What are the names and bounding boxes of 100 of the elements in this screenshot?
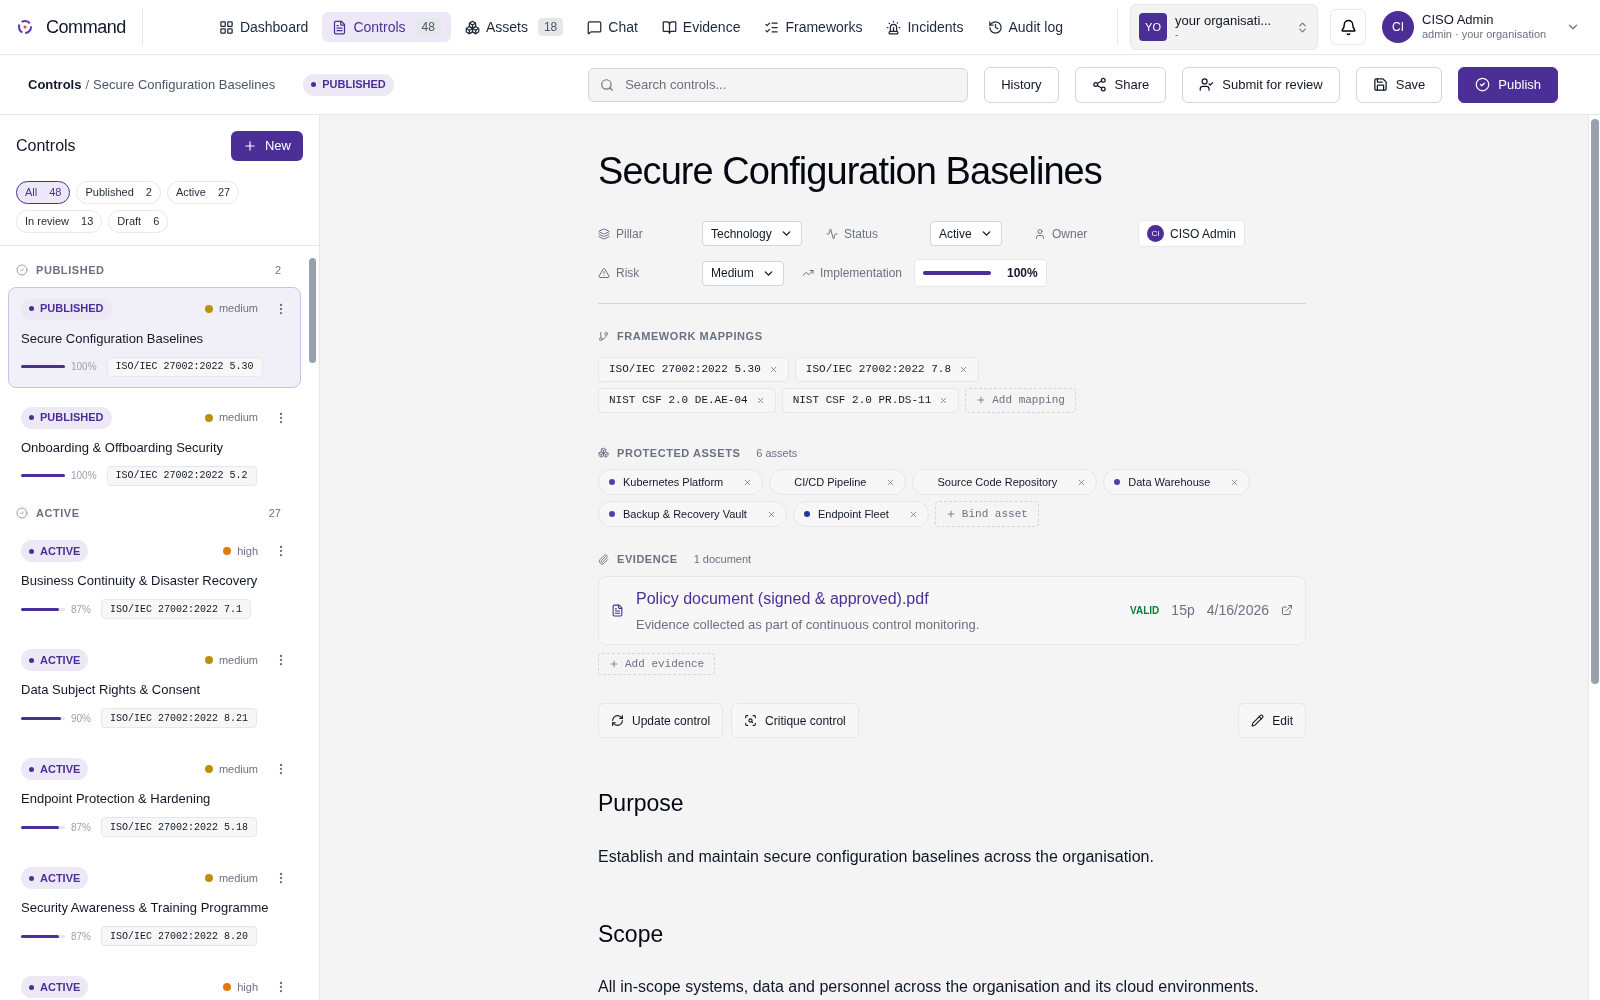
external-link-icon[interactable]	[1281, 604, 1293, 617]
mapping-tag: ISO/IEC 27002:2022 8.21	[101, 708, 258, 728]
action-button[interactable]: Update control	[598, 703, 724, 738]
evidence-card[interactable]: Policy document (signed & approved).pdf Evidence collected as part of continuous control monitoring. VALID 15p 4/16/2026	[598, 575, 1306, 645]
select-field[interactable]: Technology	[702, 221, 802, 246]
nav-tab[interactable]: Audit log	[977, 12, 1073, 42]
notifications-button[interactable]	[1330, 9, 1366, 45]
remove-icon[interactable]	[886, 477, 896, 487]
section-body: All in-scope systems, data and personnel across the organisation and its cloud environments.	[598, 977, 1260, 997]
add-evidence-button[interactable]: Add evidence	[598, 653, 716, 675]
user-menu[interactable]: CI CISO Admin admin · your organisation	[1378, 11, 1584, 43]
edit-button[interactable]: Edit	[1238, 703, 1306, 738]
control-title: Security Awareness & Training Programme	[21, 899, 270, 916]
control-card[interactable]: ACTIVE medium Endpoint Protection & Hardening 87% ISO/IEC 27002:2022 5.18	[8, 747, 301, 848]
progress-percent: 87%	[71, 929, 91, 944]
control-card[interactable]: PUBLISHED medium Onboarding & Offboarding Security 100% ISO/IEC 27002:2022 5.2	[8, 395, 301, 497]
group-title: PUBLISHED	[36, 263, 105, 278]
remove-icon[interactable]	[743, 477, 753, 487]
remove-icon[interactable]	[766, 509, 776, 519]
share-icon	[1091, 77, 1107, 92]
control-card[interactable]: ACTIVE high	[8, 965, 301, 1000]
scrollbar-thumb[interactable]	[308, 258, 316, 363]
refresh-icon	[611, 714, 624, 727]
remove-icon[interactable]	[1077, 477, 1087, 487]
mapping-tag[interactable]: ISO/IEC 27002:2022 7.8	[794, 356, 980, 382]
owner-avatar: CI	[1147, 225, 1164, 242]
section-label: EVIDENCE	[617, 552, 678, 567]
control-title: Secure Configuration Baselines	[598, 149, 1103, 194]
risk-label: medium	[218, 870, 258, 886]
nav-tab[interactable]: Frameworks	[754, 12, 873, 42]
status-badge: PUBLISHED	[21, 297, 112, 320]
field-label: Owner	[1052, 225, 1088, 243]
user-name: CISO Admin	[1422, 12, 1494, 29]
search-field[interactable]: Search controls...	[588, 67, 969, 102]
toolbar-button[interactable]: History	[984, 66, 1059, 103]
risk-label: medium	[218, 301, 258, 317]
nav-tab[interactable]: Controls 48	[322, 12, 451, 42]
evidence-link[interactable]: Policy document (signed & approved).pdf	[636, 586, 980, 611]
evidence-description: Evidence collected as part of continuous control monitoring.	[636, 615, 980, 634]
asset-chip[interactable]: Data Warehouse	[1103, 469, 1251, 495]
control-card[interactable]: ACTIVE medium Data Subject Rights & Consent 90% ISO/IEC 27002:2022 8.21	[8, 638, 301, 739]
field-label: Risk	[616, 265, 640, 282]
mapping-tag[interactable]: NIST CSF 2.0 DE.AE-04	[598, 387, 776, 413]
mapping-tag[interactable]: ISO/IEC 27002:2022 5.30	[598, 356, 789, 382]
remove-icon[interactable]	[755, 395, 765, 405]
scrollbar-thumb[interactable]	[1590, 119, 1599, 684]
plus-icon	[945, 509, 956, 519]
select-field[interactable]: Medium	[702, 260, 784, 286]
remove-icon[interactable]	[768, 364, 778, 374]
organisation-switcher[interactable]: YO your organisati... -	[1130, 4, 1318, 50]
bind-asset-button[interactable]: Bind asset	[934, 501, 1039, 527]
toolbar-button[interactable]: Save	[1355, 66, 1443, 103]
new-button[interactable]: New	[231, 131, 303, 161]
remove-icon[interactable]	[908, 509, 918, 519]
remove-icon[interactable]	[939, 395, 949, 405]
nav-tab[interactable]: Incidents	[876, 12, 974, 42]
mapping-tag[interactable]: NIST CSF 2.0 PR.DS-11	[781, 387, 960, 413]
section-count: 1 document	[693, 552, 752, 567]
remove-icon[interactable]	[1230, 477, 1240, 487]
progress-percent: 87%	[71, 602, 91, 617]
asset-chip[interactable]: Endpoint Fleet	[792, 501, 929, 527]
asset-chip[interactable]: Kubernetes Platform	[598, 469, 764, 495]
control-card[interactable]: ACTIVE medium Security Awareness & Training Programme 87% ISO/IEC 27002:2022 8.20	[8, 856, 301, 957]
toolbar-button[interactable]: Publish	[1458, 66, 1558, 103]
user-icon	[1034, 227, 1046, 240]
select-field[interactable]: Active	[930, 221, 1002, 246]
owner-field[interactable]: CI CISO Admin	[1138, 220, 1246, 247]
nav-tab[interactable]: Evidence	[651, 12, 751, 42]
mapping-tag: ISO/IEC 27002:2022 5.18	[101, 817, 258, 837]
breadcrumb-link[interactable]: Controls	[28, 74, 82, 95]
book-icon	[661, 19, 677, 35]
action-button[interactable]: Critique control	[731, 703, 859, 738]
risk-label: high	[237, 543, 258, 559]
asset-chip[interactable]: Source Code Repository	[912, 469, 1098, 495]
risk-label: medium	[218, 761, 258, 777]
save-icon	[1372, 77, 1388, 92]
pulse-icon	[826, 227, 838, 240]
group-count: 27	[268, 505, 281, 521]
asset-chip[interactable]: CI/CD Pipeline	[769, 469, 907, 495]
control-card[interactable]: PUBLISHED medium Secure Configuration Baselines 100% ISO/IEC 27002:2022 5.30	[8, 286, 301, 388]
control-card[interactable]: ACTIVE high Business Continuity & Disaster Recovery 87% ISO/IEC 27002:2022 7.1	[8, 529, 301, 630]
asset-chip[interactable]: Backup & Recovery Vault	[598, 501, 787, 527]
implementation-meter[interactable]: 100%	[914, 259, 1047, 287]
filter-chip[interactable]: All 48	[16, 181, 71, 204]
toolbar-button[interactable]: Submit for review	[1182, 66, 1340, 103]
nav-tab[interactable]: Chat	[577, 12, 648, 42]
sidebar-title: Controls	[16, 136, 76, 156]
branch-icon	[598, 330, 609, 342]
remove-icon[interactable]	[959, 364, 969, 374]
warning-icon	[598, 267, 610, 279]
add-mapping-button[interactable]: Add mapping	[965, 387, 1076, 413]
nav-tab[interactable]: Dashboard	[208, 12, 319, 42]
group-title: ACTIVE	[36, 505, 80, 521]
nav-tab[interactable]: Assets 18	[454, 12, 574, 42]
page-count: 15p	[1171, 600, 1195, 620]
status-badge: ACTIVE	[21, 540, 89, 562]
brand-name: Command	[46, 15, 126, 39]
toolbar-button[interactable]: Share	[1074, 66, 1167, 103]
control-title: Business Continuity & Disaster Recovery	[21, 572, 259, 589]
check-circle-icon	[16, 506, 28, 519]
